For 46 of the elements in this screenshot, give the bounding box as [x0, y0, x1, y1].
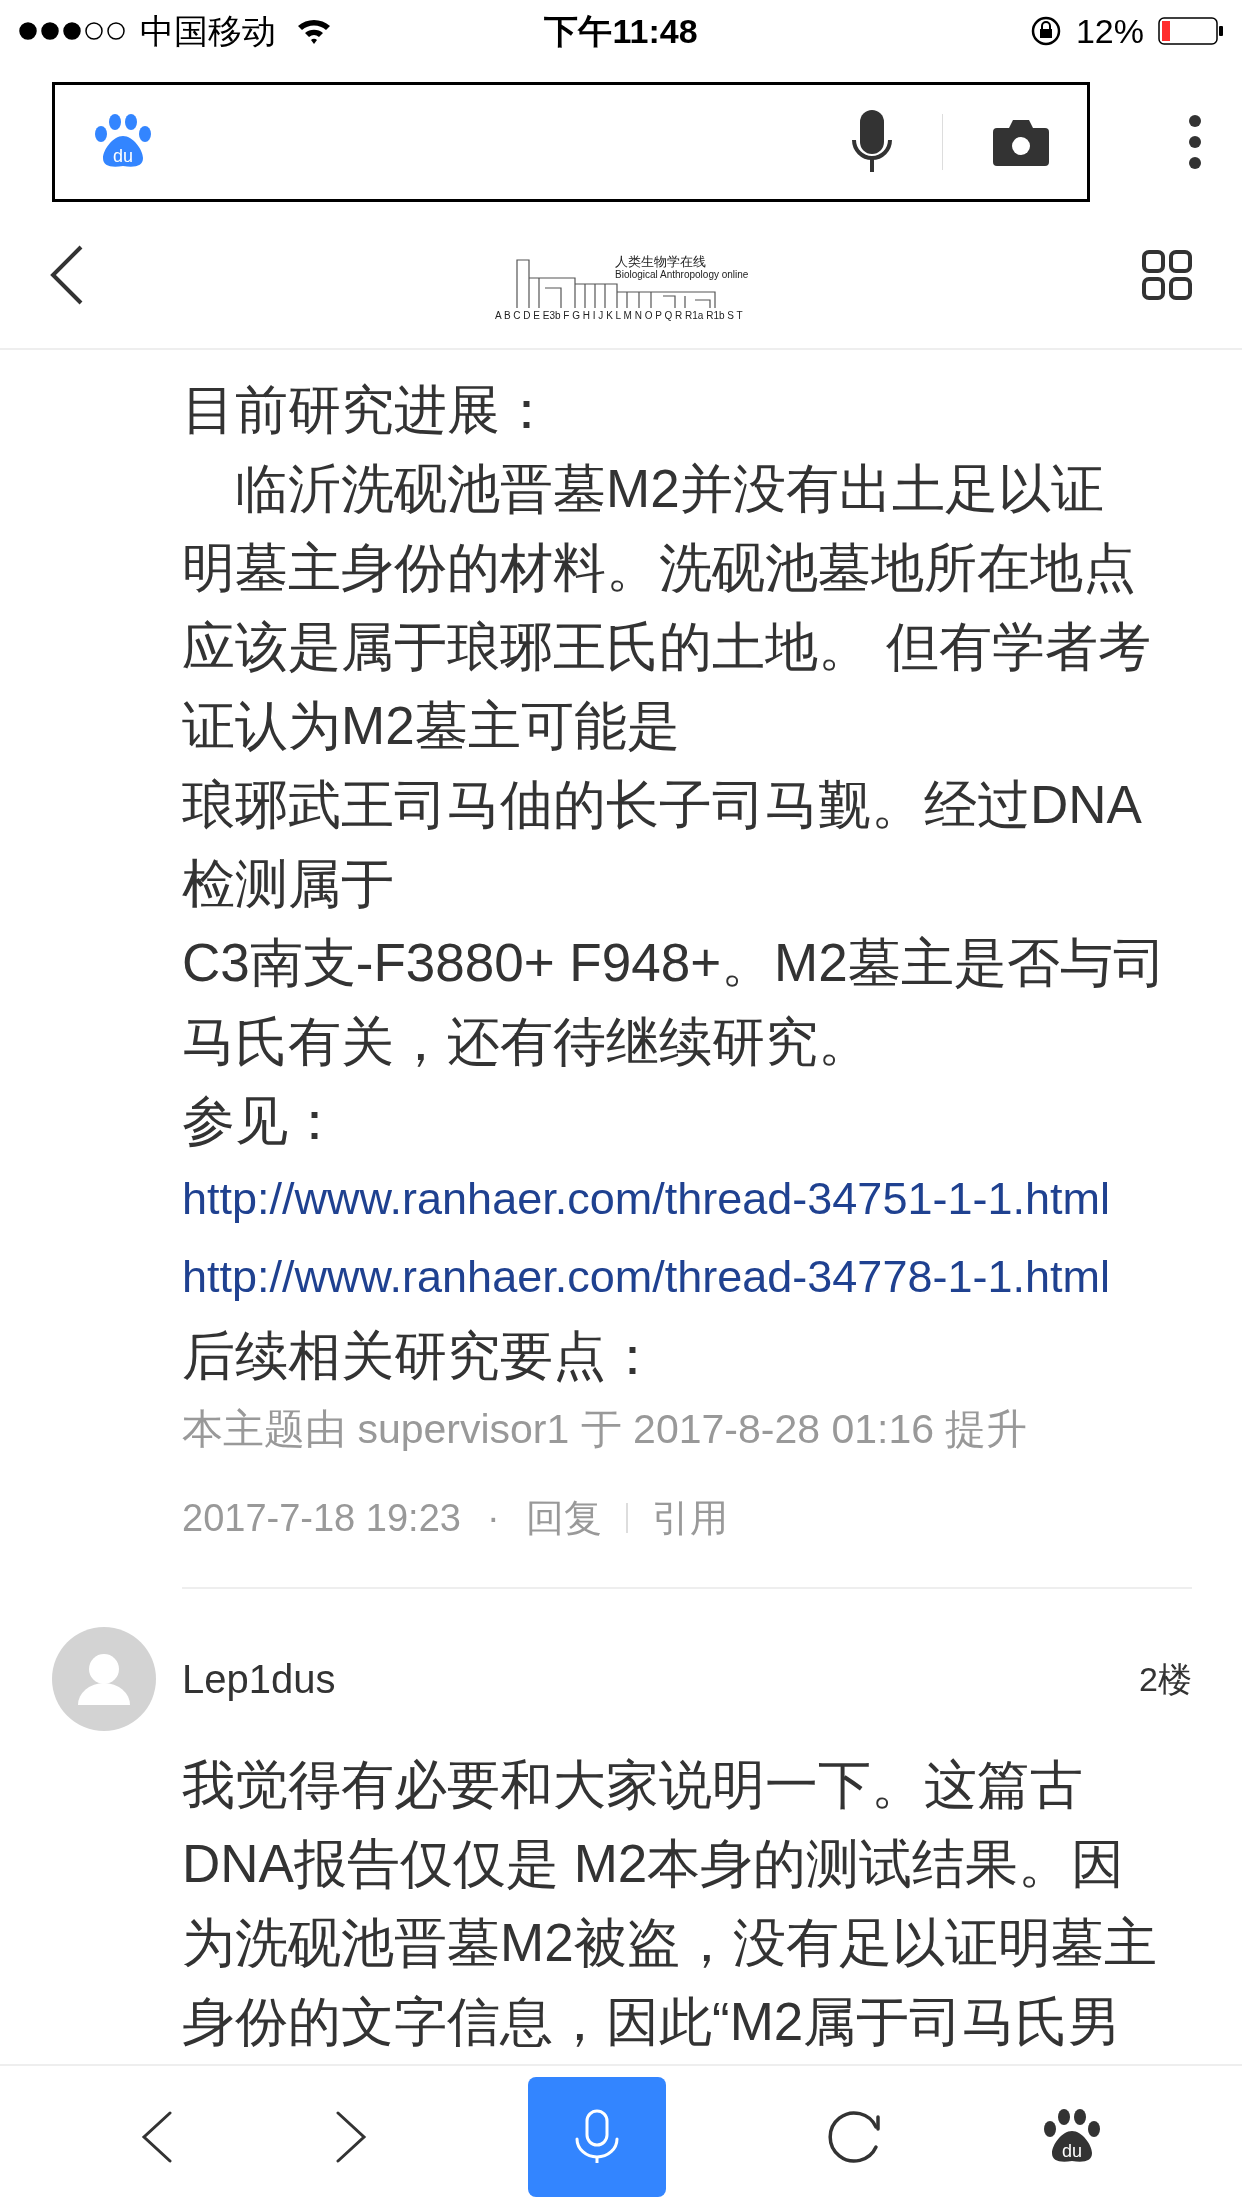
site-subtitle: Biological Anthropology online [615, 269, 749, 281]
battery-icon [1158, 16, 1224, 46]
signal-icon [18, 21, 128, 41]
post-text-line: DNA报告仅仅是 M2本身的测试结果。因 [182, 1833, 1125, 1895]
post-text-line: 后续相关研究要点： [182, 1325, 659, 1387]
post-text-line: C3南支-F3880+ F948+。M2墓主是否与司 [182, 932, 1166, 994]
edit-note: 本主题由 supervisor1 于 2017-8-28 01:16 提升 [182, 1405, 1028, 1454]
voice-button[interactable] [528, 2077, 666, 2197]
microphone-icon[interactable] [852, 110, 892, 174]
clock-time: 下午11:48 [544, 10, 698, 52]
camera-icon[interactable] [993, 118, 1049, 166]
floor-number: 2楼 [1139, 1658, 1192, 1700]
post-text-line: 我觉得有必要和大家说明一下。这篇古 [182, 1754, 1083, 1816]
grid-menu-icon[interactable] [1142, 250, 1192, 300]
post-text-line: 目前研究进展： [182, 379, 553, 441]
more-menu-icon[interactable] [1188, 114, 1202, 170]
post-action-link[interactable]: 回复 [525, 1489, 602, 1547]
carrier-name: 中国移动 [140, 10, 276, 52]
post-date: 2017-7-18 19:23 [182, 1495, 461, 1541]
wifi-icon [296, 17, 332, 45]
microphone-icon [574, 2109, 620, 2165]
thread-link[interactable]: http://www.ranhaer.com/thread-34778-1-1.html [182, 1238, 1110, 1316]
post-text-line: 明墓主身份的材料。洗砚池墓地所在地点 [182, 537, 1136, 599]
post-text-line: 马氏有关，还有待继续研究。 [182, 1011, 871, 1073]
post-text-line: 参见： [182, 1090, 341, 1152]
post-text-line: 为洗砚池晋墓M2被盗，没有足以证明墓主 [182, 1912, 1157, 1974]
author-name: Lep1dus [182, 1656, 336, 1703]
separator-dot: · [486, 1495, 500, 1541]
avatar-icon [52, 1627, 156, 1731]
post-text-line: 应该是属于琅琊王氏的土地。 但有学者考 [182, 616, 1151, 678]
rotation-lock-icon [1029, 15, 1062, 47]
haplogroup-labels: A B C D E E3b F G H I J K L M N O P Q R R1a R1b S T [495, 310, 743, 322]
post-text-line: 临沂洗砚池晋墓M2并没有出土足以证 [234, 458, 1104, 520]
post-text-line: 证认为M2墓主可能是 [182, 695, 680, 757]
post-text-line: 检测属于 [182, 853, 394, 915]
forward-icon[interactable] [334, 2111, 368, 2163]
back-icon[interactable] [50, 245, 84, 305]
post-text-line: 琅琊武王司马伷的长子司马觐。经过DNA [182, 774, 1142, 836]
battery-percent: 12% [1075, 10, 1144, 52]
search-field[interactable]: du [52, 82, 1090, 202]
post-action-link[interactable]: 引用 [651, 1489, 728, 1547]
site-title: 人类生物学在线 [615, 253, 706, 270]
post-text-line: 身份的文字信息，因此“M2属于司马氏男 [182, 1991, 1122, 2053]
thread-link[interactable]: http://www.ranhaer.com/thread-34751-1-1.html [182, 1160, 1110, 1238]
refresh-icon[interactable] [826, 2109, 882, 2165]
back-icon[interactable] [140, 2111, 174, 2163]
